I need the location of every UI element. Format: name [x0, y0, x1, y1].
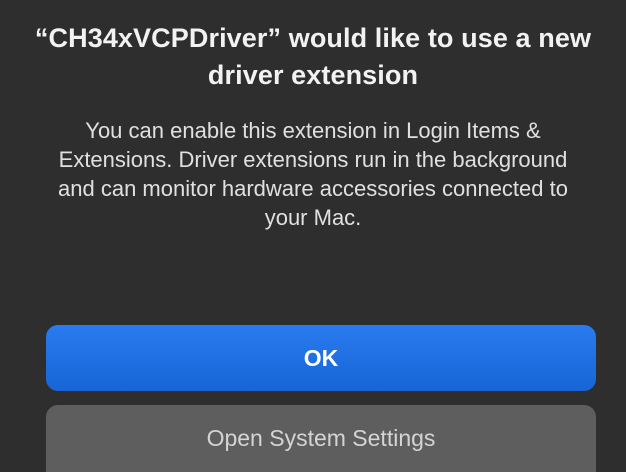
- driver-extension-alert: “CH34xVCPDriver” would like to use a new…: [0, 0, 626, 472]
- alert-message: You can enable this extension in Login I…: [58, 118, 568, 230]
- open-system-settings-button[interactable]: Open System Settings: [46, 405, 596, 472]
- ok-button[interactable]: OK: [46, 325, 596, 391]
- ok-button-label: OK: [303, 344, 339, 371]
- open-system-settings-label: Open System Settings: [206, 425, 436, 451]
- alert-title: “CH34xVCPDriver” would like to use a new…: [34, 23, 592, 90]
